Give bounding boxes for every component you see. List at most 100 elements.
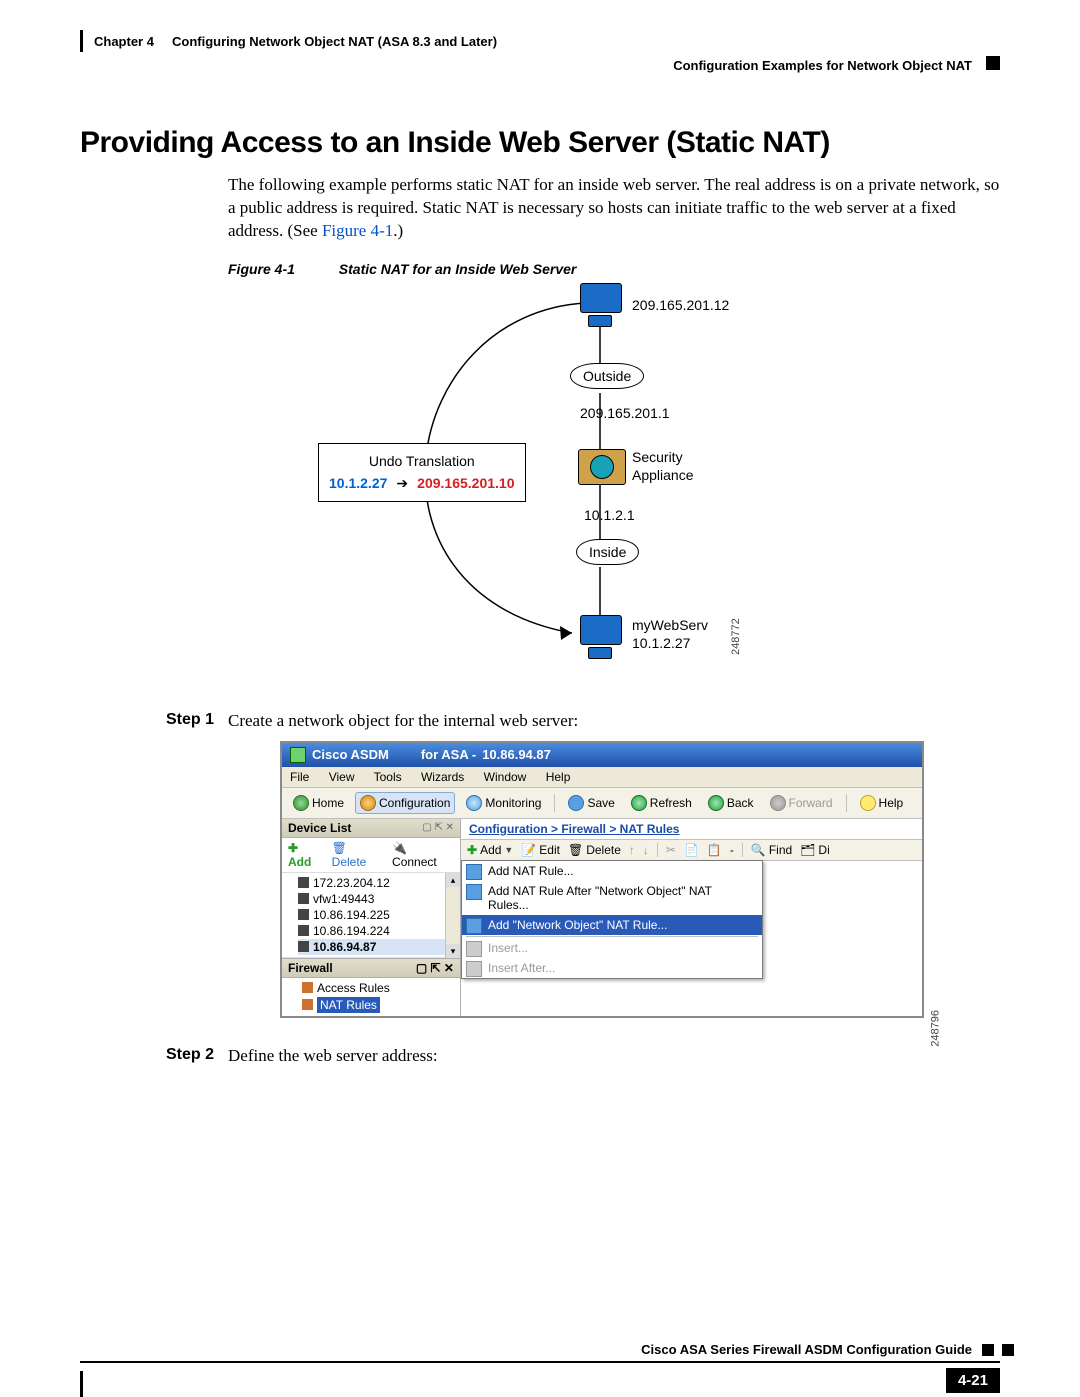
add-dropdown-menu: Add NAT Rule... Add NAT Rule After "Netw… (461, 860, 763, 979)
toolbar-refresh[interactable]: Refresh (626, 792, 697, 814)
toolbar-forward[interactable]: Forward (765, 792, 838, 814)
chapter-number: Chapter 4 (94, 34, 154, 49)
step-2-row: Step 2 Define the web server address: (80, 1046, 1000, 1066)
monitoring-icon (466, 795, 482, 811)
menu-wizards[interactable]: Wizards (421, 770, 464, 784)
firewall-item-nat[interactable]: NAT Rules (302, 996, 454, 1014)
menu-help[interactable]: Help (546, 770, 571, 784)
step-1-text: Create a network object for the internal… (228, 711, 578, 731)
device-item[interactable]: 10.86.194.225 (298, 907, 460, 923)
scroll-down-icon[interactable]: ▾ (446, 944, 460, 958)
figure-title: Static NAT for an Inside Web Server (339, 261, 577, 277)
cut-icon[interactable]: ✂ (666, 843, 676, 857)
menu-file[interactable]: File (290, 770, 309, 784)
figure-id: 248772 (730, 618, 742, 655)
menu-insert: Insert... (462, 938, 762, 958)
toolbar-help[interactable]: Help (855, 792, 909, 814)
pane-controls[interactable]: ▢ ⇱ ✕ (416, 961, 454, 975)
section-heading: Providing Access to an Inside Web Server… (80, 126, 1000, 160)
rules-icon (302, 982, 313, 993)
menu-insert-after: Insert After... (462, 958, 762, 978)
toolbar-monitoring[interactable]: Monitoring (461, 792, 546, 814)
translation-box: Undo Translation 10.1.2.27 ➔ 209.165.201… (318, 443, 526, 502)
network-diagram: 209.165.201.12 Outside 209.165.201.1 Und… (270, 283, 970, 683)
insert-icon (466, 961, 482, 977)
menu-add-nat-rule-after[interactable]: Add NAT Rule After "Network Object" NAT … (462, 881, 762, 915)
asdm-title-mid: for ASA - (421, 747, 476, 762)
appliance-label-2: Appliance (632, 467, 694, 483)
inside-gateway-ip: 10.1.2.1 (584, 507, 635, 523)
footer-rule (80, 1361, 1000, 1363)
add-rule-button[interactable]: ✚ Add ▼ (467, 843, 513, 857)
outside-gateway-ip: 209.165.201.1 (580, 405, 670, 421)
add-device-button[interactable]: ✚ Add (288, 841, 324, 869)
insert-icon (466, 941, 482, 957)
web-server-ip: 10.1.2.27 (632, 635, 690, 651)
asdm-title-ip: 10.86.94.87 (482, 747, 551, 762)
web-server-name: myWebServ (632, 617, 708, 633)
external-host-ip: 209.165.201.12 (632, 297, 729, 313)
host-icon (298, 925, 309, 936)
connect-button[interactable]: 🔌 Connect (392, 841, 454, 869)
asdm-toolbar: Home Configuration Monitoring Save Refre… (282, 788, 922, 819)
menu-add-network-object-nat[interactable]: Add "Network Object" NAT Rule... (462, 915, 762, 935)
intro-paragraph: The following example performs static NA… (80, 174, 1000, 243)
asdm-title-prefix: Cisco ASDM (312, 747, 389, 762)
figure-link[interactable]: Figure 4-1 (322, 221, 393, 240)
delete-rule-button[interactable]: 🗑 Delete (568, 843, 621, 857)
find-button[interactable]: 🔍 Find (751, 843, 792, 857)
paste-icon[interactable]: 📋 (707, 843, 722, 857)
toolbar-home[interactable]: Home (288, 792, 349, 814)
copy-icon[interactable]: 📄 (684, 843, 699, 857)
right-toolbar: ✚ Add ▼ 📝 Edit 🗑 Delete ↑ ↓ ✂ 📄 📋 - 🔍 Fi… (461, 840, 922, 861)
step-1-row: Step 1 Create a network object for the i… (80, 711, 1000, 731)
asdm-app-icon (290, 747, 306, 763)
menu-view[interactable]: View (329, 770, 355, 784)
outside-cloud: Outside (570, 363, 644, 389)
home-icon (293, 795, 309, 811)
device-item[interactable]: vfw1:49443 (298, 891, 460, 907)
delete-device-button[interactable]: 🗑 Delete (332, 841, 384, 869)
rules-icon (302, 999, 313, 1010)
refresh-icon (631, 795, 647, 811)
breadcrumb[interactable]: Configuration > Firewall > NAT Rules (461, 819, 922, 840)
scroll-up-icon[interactable]: ▴ (446, 873, 460, 887)
menu-window[interactable]: Window (484, 770, 527, 784)
menu-tools[interactable]: Tools (374, 770, 402, 784)
firewall-item-access[interactable]: Access Rules (302, 980, 454, 996)
host-icon (298, 941, 309, 952)
figure-caption: Figure 4-1 Static NAT for an Inside Web … (80, 261, 1000, 277)
rule-icon (466, 884, 482, 900)
security-appliance-icon (578, 449, 626, 485)
step-1-label: Step 1 (166, 711, 228, 729)
device-list: 172.23.204.12 vfw1:49443 10.86.194.225 1… (282, 873, 460, 958)
edit-rule-button[interactable]: 📝 Edit (521, 843, 560, 857)
toolbar-save[interactable]: Save (563, 792, 619, 814)
diagram-button[interactable]: 🗂 Di (800, 843, 830, 857)
translation-dest-ip: 209.165.201.10 (417, 475, 514, 491)
move-up-icon[interactable]: ↑ (629, 843, 635, 857)
intro-tail: .) (393, 221, 403, 240)
footer-guide-title: Cisco ASA Series Firewall ASDM Configura… (80, 1342, 1000, 1357)
move-down-icon[interactable]: ↓ (643, 843, 649, 857)
host-icon (298, 877, 309, 888)
device-item-selected[interactable]: 10.86.94.87 (298, 939, 460, 955)
figure-number: Figure 4-1 (228, 261, 335, 277)
external-host-icon (580, 283, 620, 325)
dropdown-icon: ▼ (504, 845, 513, 855)
arrow-icon: ➔ (391, 472, 413, 494)
header-section: Configuration Examples for Network Objec… (673, 58, 972, 73)
scrollbar[interactable]: ▴ ▾ (445, 873, 460, 958)
header-left: Chapter 4 Configuring Network Object NAT… (80, 34, 497, 49)
device-list-toolbar: ✚ Add 🗑 Delete 🔌 Connect (282, 838, 460, 873)
toolbar-back[interactable]: Back (703, 792, 759, 814)
host-icon (298, 893, 309, 904)
pane-controls[interactable]: ▢ ⇱ ✕ (422, 822, 454, 833)
page-footer: Cisco ASA Series Firewall ASDM Configura… (80, 1342, 1000, 1363)
toolbar-configuration[interactable]: Configuration (355, 792, 455, 814)
menu-add-nat-rule[interactable]: Add NAT Rule... (462, 861, 762, 881)
page-header: Chapter 4 Configuring Network Object NAT… (80, 28, 1000, 70)
device-item[interactable]: 10.86.194.224 (298, 923, 460, 939)
chapter-title: Configuring Network Object NAT (ASA 8.3 … (172, 34, 497, 49)
device-item[interactable]: 172.23.204.12 (298, 875, 460, 891)
